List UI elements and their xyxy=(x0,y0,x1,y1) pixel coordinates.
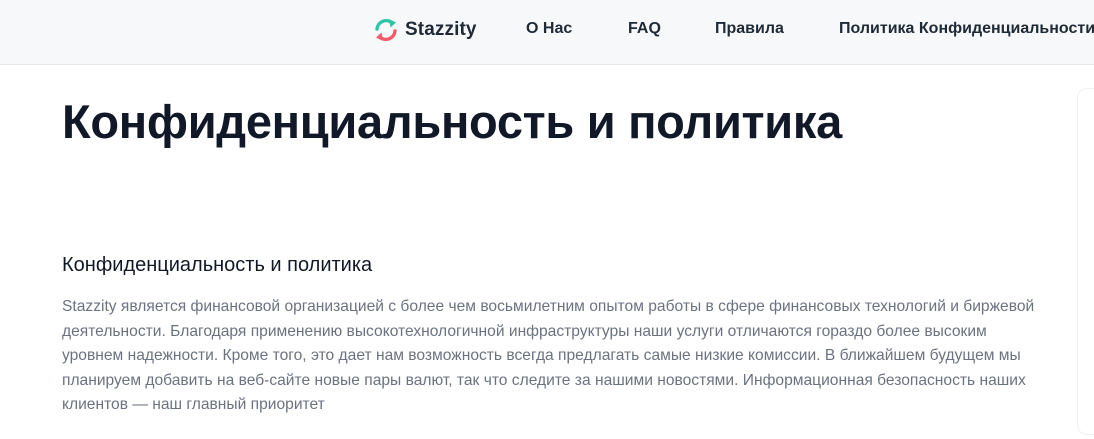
nav-link-privacy-policy[interactable]: Политика Конфиденциальности xyxy=(839,20,1094,38)
exchange-arrows-icon xyxy=(375,18,397,42)
brand-logo-link[interactable]: Stazzity xyxy=(373,16,477,44)
policy-paragraph: Stazzity является финансовой организацие… xyxy=(62,298,1035,413)
nav-link-about[interactable]: О Нас xyxy=(526,20,572,38)
section-title: Конфиденциальность и политика xyxy=(62,254,373,276)
nav-link-faq[interactable]: FAQ xyxy=(628,20,661,38)
page-title: Конфиденциальность и политика xyxy=(62,95,842,148)
nav-link-rules[interactable]: Правила xyxy=(715,20,784,38)
top-navigation-bar: Stazzity О Нас FAQ Правила Политика Конф… xyxy=(0,0,1094,65)
brand-name: Stazzity xyxy=(405,19,477,40)
side-panel-edge xyxy=(1077,88,1094,435)
